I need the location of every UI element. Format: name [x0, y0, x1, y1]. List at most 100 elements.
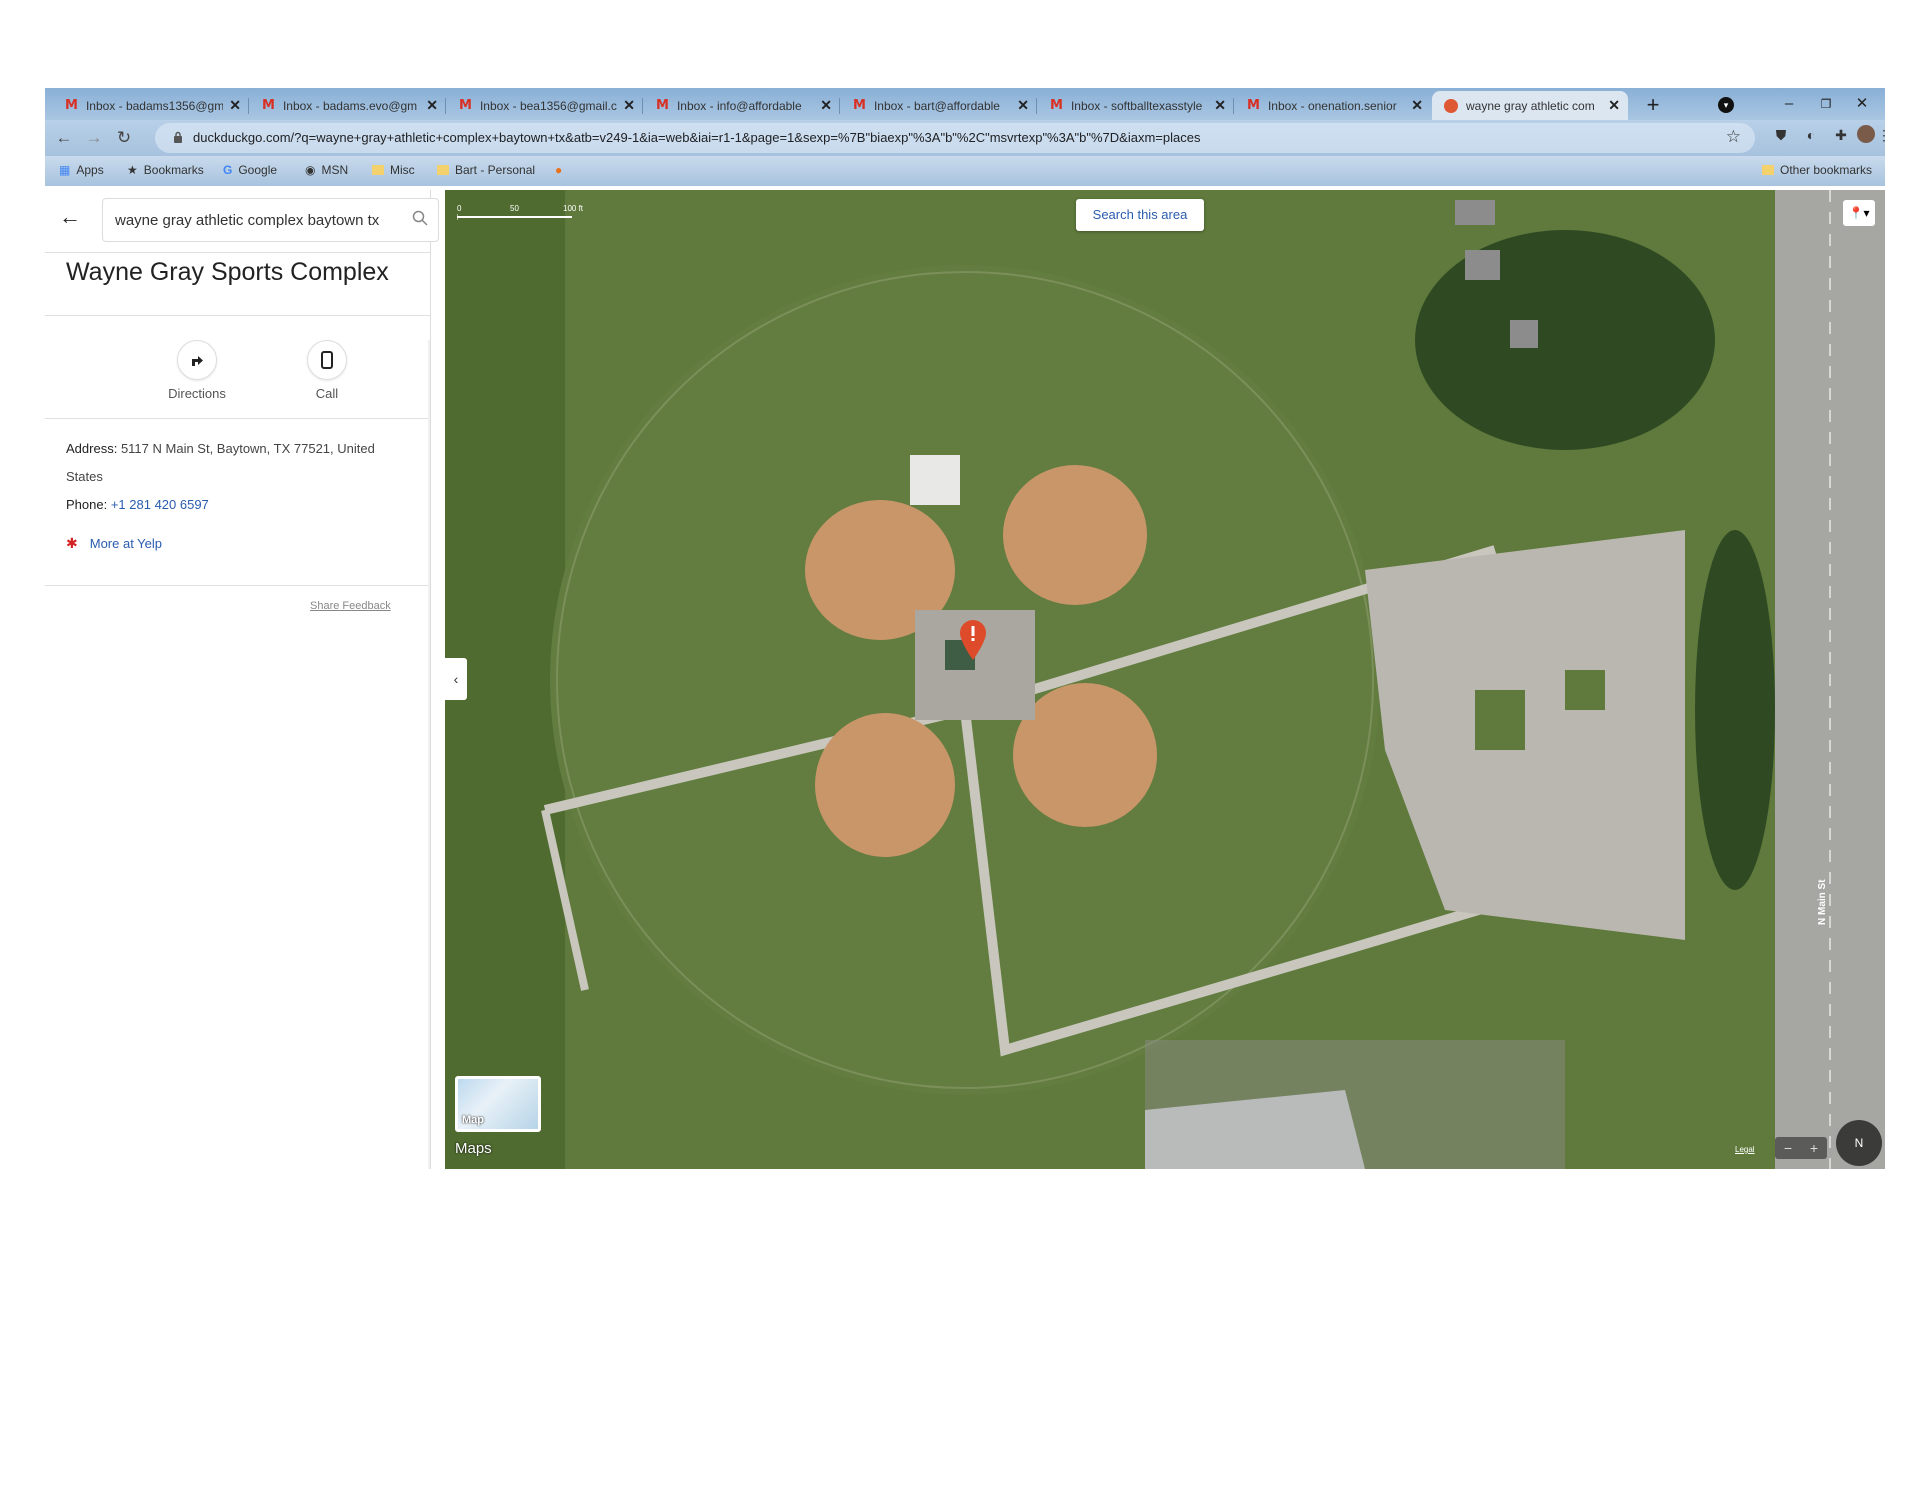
yelp-link[interactable]: ✱ More at Yelp	[66, 535, 162, 552]
road-label: N Main St	[1817, 879, 1828, 925]
search-this-area-button[interactable]: Search this area	[1076, 199, 1204, 231]
address-bar[interactable]: duckduckgo.com/?q=wayne+gray+athletic+co…	[155, 123, 1755, 153]
back-arrow-icon[interactable]: ←	[59, 204, 81, 230]
bookmark-msn[interactable]: ◉ MSN	[305, 163, 348, 177]
call-label: Call	[315, 386, 339, 401]
close-icon[interactable]: ✕	[229, 97, 241, 114]
zoom-in-button[interactable]: +	[1810, 1140, 1818, 1156]
map-type-label: Map	[462, 1114, 484, 1126]
gmail-icon: M	[65, 98, 78, 113]
close-icon[interactable]: ✕	[623, 97, 635, 114]
tab-strip: M Inbox - badams1356@gm ✕ M Inbox - bada…	[45, 88, 1885, 120]
tab-gmail-1[interactable]: M Inbox - badams1356@gm ✕	[53, 91, 249, 120]
ball-icon: ●	[555, 163, 563, 177]
bookmark-bookmarks[interactable]: ★ Bookmarks	[127, 163, 204, 177]
gmail-icon: M	[459, 98, 472, 113]
bookmark-label: Other bookmarks	[1780, 163, 1873, 177]
phone-label: Phone:	[66, 497, 108, 512]
compass-icon[interactable]: N	[1836, 1120, 1882, 1166]
gmail-icon: M	[656, 98, 669, 113]
folder-icon	[1762, 165, 1774, 175]
close-icon[interactable]: ✕	[426, 97, 438, 114]
map-pin-icon[interactable]	[960, 620, 986, 660]
close-icon[interactable]: ✕	[1017, 97, 1029, 114]
bookmark-label: Google	[238, 163, 278, 177]
window-close-button[interactable]: ✕	[1842, 92, 1882, 116]
menu-icon[interactable]: ⋮	[1877, 125, 1885, 145]
map-type-toggle[interactable]: Map	[455, 1076, 541, 1132]
directions-label: Directions	[168, 386, 226, 401]
avatar[interactable]	[1857, 125, 1875, 143]
bookmark-label: Misc	[390, 163, 415, 177]
bookmark-star-icon[interactable]: ☆	[1726, 127, 1741, 147]
tab-gmail-6[interactable]: M Inbox - softballtexasstyle ✕	[1038, 91, 1234, 120]
duckduckgo-icon	[1444, 98, 1458, 113]
search-icon[interactable]	[412, 210, 428, 226]
call-button[interactable]: Call	[282, 340, 372, 401]
tab-title: Inbox - info@affordable	[676, 98, 802, 113]
folder-icon	[437, 165, 449, 175]
reload-icon[interactable]: ↻	[113, 127, 135, 149]
bookmark-other[interactable]: Other bookmarks	[1762, 163, 1872, 177]
directions-button[interactable]: Directions	[152, 340, 242, 401]
tab-gmail-3[interactable]: M Inbox - bea1356@gmail.c ✕	[447, 91, 643, 120]
close-icon[interactable]: ✕	[820, 97, 832, 114]
tab-title: Inbox - badams1356@gm	[85, 98, 224, 113]
star-icon: ★	[127, 163, 138, 177]
phone-icon	[307, 340, 347, 380]
tab-gmail-2[interactable]: M Inbox - badams.evo@gm ✕	[250, 91, 446, 120]
gmail-icon: M	[1050, 98, 1063, 113]
zoom-control[interactable]: − +	[1775, 1137, 1827, 1159]
puzzle-icon[interactable]: ✚	[1831, 125, 1851, 145]
browser-toolbar: ← → ↻ duckduckgo.com/?q=wayne+gray+athle…	[45, 120, 1885, 156]
divider	[45, 585, 430, 586]
search-input[interactable]	[113, 211, 397, 230]
location-pin-dropdown[interactable]: 📍▾	[1843, 200, 1875, 226]
bookmark-apps[interactable]: ▦ Apps	[59, 163, 104, 177]
search-box[interactable]	[102, 198, 439, 242]
chevron-left-icon[interactable]: ‹	[445, 658, 467, 700]
close-icon[interactable]: ✕	[1411, 97, 1423, 114]
tab-search-icon[interactable]: ▾	[1718, 97, 1734, 113]
minimize-button[interactable]: –	[1769, 92, 1809, 116]
phone-link[interactable]: +1 281 420 6597	[111, 497, 209, 512]
satellite-map[interactable]: 0 50 100 ft Search this area 📍▾ ‹ N Main…	[445, 190, 1885, 1169]
place-info: Address: 5117 N Main St, Baytown, TX 775…	[66, 435, 406, 519]
legal-link[interactable]: Legal	[1735, 1145, 1755, 1154]
gmail-icon: M	[853, 98, 866, 113]
tab-title: Inbox - badams.evo@gm	[282, 98, 418, 113]
tab-title: Inbox - bea1356@gmail.c	[479, 98, 617, 113]
tab-title: Inbox - onenation.senior	[1267, 98, 1397, 113]
back-icon[interactable]: ←	[53, 127, 75, 149]
bookmark-misc[interactable]: Misc	[372, 163, 415, 177]
close-icon[interactable]: ✕	[1608, 97, 1620, 114]
satellite-imagery	[445, 190, 1885, 1169]
restore-button[interactable]: ❐	[1806, 92, 1846, 116]
tab-gmail-7[interactable]: M Inbox - onenation.senior ✕	[1235, 91, 1431, 120]
share-feedback-link[interactable]: Share Feedback	[310, 600, 391, 612]
close-icon[interactable]: ✕	[1214, 97, 1226, 114]
extension-icon[interactable]: ⛊	[1771, 125, 1791, 145]
divider	[45, 252, 430, 253]
tab-title: Inbox - bart@affordable	[873, 98, 1000, 113]
google-icon: G	[223, 163, 233, 177]
zoom-out-button[interactable]: −	[1784, 1140, 1792, 1156]
forward-icon[interactable]: →	[83, 127, 105, 149]
tab-duckduckgo[interactable]: wayne gray athletic com ✕	[1432, 91, 1628, 120]
scale-zero: 0	[457, 204, 462, 213]
new-tab-button[interactable]: +	[1640, 92, 1666, 118]
bookmark-google[interactable]: G Google	[223, 163, 277, 177]
tab-gmail-5[interactable]: M Inbox - bart@affordable ✕	[841, 91, 1037, 120]
compass-label: N	[1854, 1136, 1864, 1150]
extension-icon-2[interactable]: ◐	[1801, 125, 1821, 145]
bookmark-label: Bookmarks	[143, 163, 204, 177]
tab-gmail-4[interactable]: M Inbox - info@affordable ✕	[644, 91, 840, 120]
bookmark-bart-personal[interactable]: Bart - Personal	[437, 163, 535, 177]
scale-mid: 50	[510, 204, 519, 213]
bookmarks-bar: ▦ Apps ★ Bookmarks G Google ◉ MSN Misc B…	[45, 156, 1885, 186]
scrollbar[interactable]	[428, 340, 430, 1169]
bookmark-extra[interactable]: ●	[555, 163, 568, 177]
bookmark-label: MSN	[321, 163, 349, 177]
address-row: Address: 5117 N Main St, Baytown, TX 775…	[66, 435, 406, 491]
tab-title: wayne gray athletic com	[1466, 98, 1595, 113]
